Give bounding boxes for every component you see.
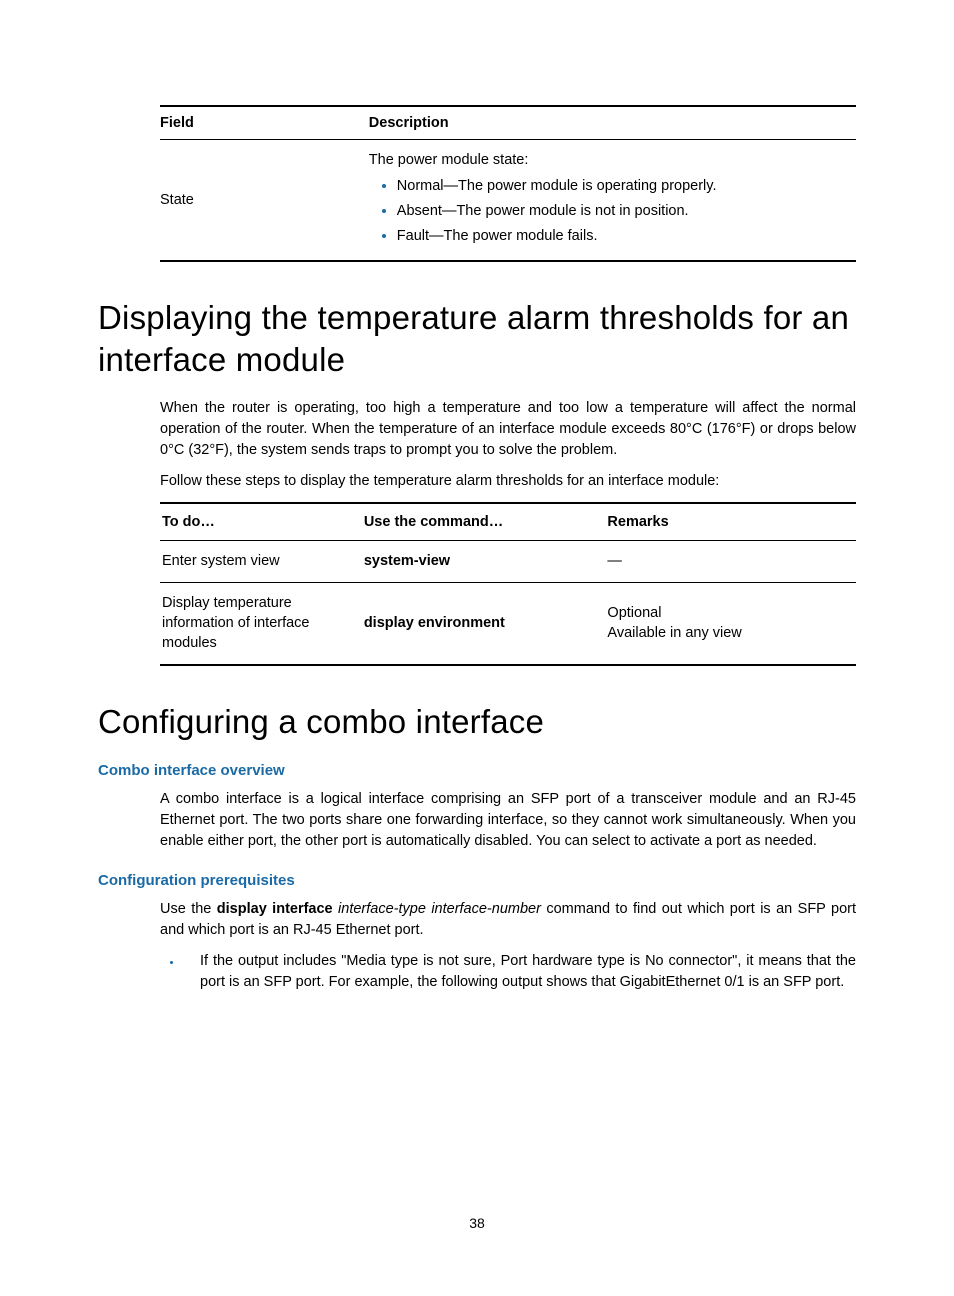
cell-field: State (160, 140, 369, 262)
cell-remarks: Optional Available in any view (605, 582, 856, 664)
desc-intro: The power module state: (369, 152, 529, 168)
temperature-description: When the router is operating, too high a… (160, 398, 856, 461)
prereq-text: Use the (160, 901, 217, 917)
state-table: Field Description State The power module… (160, 105, 856, 262)
table-row: State The power module state: Normal—The… (160, 140, 856, 262)
remark-text: Available in any view (607, 623, 846, 643)
th-field: Field (160, 106, 369, 140)
page-number: 38 (0, 1214, 954, 1234)
list-item: Normal—The power module is operating pro… (397, 175, 846, 196)
table-row: Display temperature information of inter… (160, 582, 856, 664)
th-description: Description (369, 106, 856, 140)
heading-combo: Configuring a combo interface (98, 701, 856, 742)
steps-intro: Follow these steps to display the temper… (160, 471, 856, 492)
cell-todo: Display temperature information of inter… (160, 582, 362, 664)
prereq-cmd-italic: interface-type interface-number (333, 901, 541, 917)
remark-text: — (607, 551, 846, 571)
cell-remarks: — (605, 541, 856, 582)
list-item: Absent—The power module is not in positi… (397, 200, 846, 221)
remark-text: Optional (607, 603, 846, 623)
subheading-overview: Combo interface overview (98, 760, 856, 781)
subheading-prereq: Configuration prerequisites (98, 870, 856, 891)
steps-table: To do… Use the command… Remarks Enter sy… (160, 502, 856, 665)
th-remarks: Remarks (605, 503, 856, 541)
list-item: If the output includes "Media type is no… (182, 951, 856, 993)
combo-description: A combo interface is a logical interface… (160, 789, 856, 852)
cell-command: display environment (362, 582, 606, 664)
heading-temperature: Displaying the temperature alarm thresho… (98, 297, 856, 380)
th-todo: To do… (160, 503, 362, 541)
cell-description: The power module state: Normal—The power… (369, 140, 856, 262)
prereq-para: Use the display interface interface-type… (160, 899, 856, 941)
cell-todo: Enter system view (160, 541, 362, 582)
th-command: Use the command… (362, 503, 606, 541)
table-row: Enter system view system-view — (160, 541, 856, 582)
prereq-cmd-bold: display interface (217, 901, 333, 917)
cell-command: system-view (362, 541, 606, 582)
list-item: Fault—The power module fails. (397, 225, 846, 246)
